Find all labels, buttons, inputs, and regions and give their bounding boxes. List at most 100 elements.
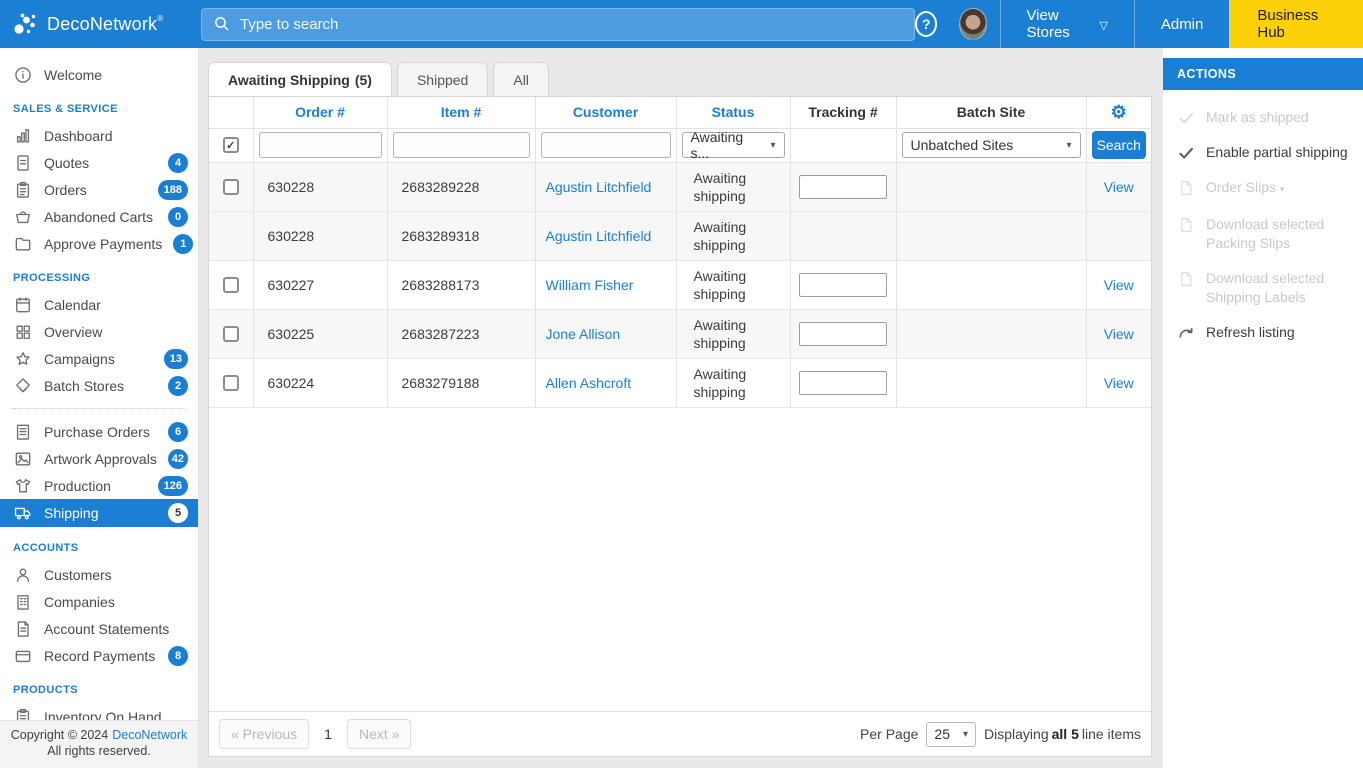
header-item[interactable]: Item # bbox=[387, 97, 535, 128]
shopping-cart-icon bbox=[13, 207, 33, 227]
item-filter-input[interactable] bbox=[393, 132, 530, 158]
approve-payments-count-badge: 1 bbox=[173, 234, 193, 254]
sidebar-item-purchase-orders[interactable]: Purchase Orders 6 bbox=[0, 418, 198, 445]
table-header-row: Order # Item # Customer Status Tracking … bbox=[209, 97, 1151, 128]
status-text: Awaiting shipping bbox=[676, 309, 790, 358]
sidebar-item-dashboard[interactable]: Dashboard bbox=[0, 122, 198, 149]
brand-name: DecoNetwork® bbox=[47, 14, 163, 35]
item-number: 2683289318 bbox=[387, 211, 535, 260]
customer-link[interactable]: Agustin Litchfield bbox=[546, 179, 652, 195]
info-icon bbox=[13, 65, 33, 85]
customer-link[interactable]: Allen Ashcroft bbox=[546, 375, 632, 391]
sidebar-item-campaigns[interactable]: Campaigns 13 bbox=[0, 345, 198, 372]
sidebar-item-artwork-approvals[interactable]: Artwork Approvals 42 bbox=[0, 445, 198, 472]
sidebar-item-customers[interactable]: Customers bbox=[0, 561, 198, 588]
view-link[interactable]: View bbox=[1087, 277, 1152, 293]
filter-row: ✓ Awaiting s... ▾ Unbatched Sites ▾ Sear… bbox=[209, 128, 1151, 162]
section-title-products: PRODUCTS bbox=[0, 669, 198, 703]
next-page-button[interactable]: Next » bbox=[347, 719, 411, 749]
sidebar-item-calendar[interactable]: Calendar bbox=[0, 291, 198, 318]
per-page-select[interactable]: 25 ▾ bbox=[926, 722, 976, 747]
header-status[interactable]: Status bbox=[676, 97, 790, 128]
select-all-checkbox[interactable]: ✓ bbox=[223, 137, 239, 153]
gear-icon[interactable]: ⚙ bbox=[1111, 102, 1127, 122]
image-icon bbox=[13, 449, 33, 469]
tracking-input[interactable] bbox=[799, 322, 887, 346]
file-icon bbox=[1177, 270, 1195, 288]
action-mark-as-shipped: Mark as shipped bbox=[1163, 108, 1363, 127]
header-order[interactable]: Order # bbox=[253, 97, 387, 128]
sidebar-divider bbox=[12, 408, 186, 409]
sidebar-item-companies[interactable]: Companies bbox=[0, 588, 198, 615]
search-button[interactable]: Search bbox=[1092, 131, 1147, 159]
business-hub-tab[interactable]: Business Hub bbox=[1229, 0, 1363, 48]
tab-shipped[interactable]: Shipped bbox=[397, 62, 488, 96]
admin-tab[interactable]: Admin bbox=[1135, 0, 1230, 48]
caret-down-icon: ▾ bbox=[770, 140, 775, 151]
action-download-packing-slips: Download selected Packing Slips bbox=[1163, 215, 1363, 253]
view-link[interactable]: View bbox=[1087, 326, 1152, 342]
order-filter-input[interactable] bbox=[259, 132, 382, 158]
bar-chart-icon bbox=[13, 126, 33, 146]
sidebar-item-record-payments[interactable]: Record Payments 8 bbox=[0, 642, 198, 669]
tracking-input[interactable] bbox=[799, 175, 887, 199]
sidebar-item-orders[interactable]: Orders 188 bbox=[0, 176, 198, 203]
batch-stores-count-badge: 2 bbox=[168, 376, 188, 396]
view-stores-menu[interactable]: View Stores ▽ bbox=[1000, 0, 1134, 48]
sidebar-item-abandoned-carts[interactable]: Abandoned Carts 0 bbox=[0, 203, 198, 230]
sidebar-nav: Welcome SALES & SERVICE Dashboard Quotes… bbox=[0, 48, 199, 768]
check-icon bbox=[1177, 144, 1195, 162]
item-number: 2683289228 bbox=[387, 162, 535, 211]
user-avatar[interactable] bbox=[959, 8, 986, 40]
sidebar-item-account-statements[interactable]: Account Statements bbox=[0, 615, 198, 642]
action-enable-partial-shipping[interactable]: Enable partial shipping bbox=[1163, 143, 1363, 162]
row-checkbox[interactable] bbox=[223, 375, 239, 391]
tracking-input[interactable] bbox=[799, 273, 887, 297]
customer-link[interactable]: Jone Allison bbox=[546, 326, 621, 342]
artwork-approvals-count-badge: 42 bbox=[168, 449, 188, 469]
row-checkbox[interactable] bbox=[223, 326, 239, 342]
sidebar-item-overview[interactable]: Overview bbox=[0, 318, 198, 345]
tab-awaiting-shipping[interactable]: Awaiting Shipping (5) bbox=[208, 62, 392, 96]
view-link[interactable]: View bbox=[1087, 375, 1152, 391]
sidebar-item-production[interactable]: Production 126 bbox=[0, 472, 198, 499]
order-number: 630225 bbox=[253, 309, 387, 358]
truck-icon bbox=[13, 503, 33, 523]
status-text: Awaiting shipping bbox=[676, 260, 790, 309]
order-number: 630224 bbox=[253, 358, 387, 407]
batch-site-filter-select[interactable]: Unbatched Sites ▾ bbox=[902, 132, 1081, 158]
sidebar-item-shipping[interactable]: Shipping 5 bbox=[0, 499, 198, 527]
search-input[interactable] bbox=[240, 16, 903, 33]
brand-logo[interactable]: DecoNetwork® bbox=[0, 11, 199, 37]
status-text: Awaiting shipping bbox=[676, 162, 790, 211]
customer-filter-input[interactable] bbox=[541, 132, 671, 158]
status-filter-select[interactable]: Awaiting s... ▾ bbox=[682, 132, 785, 158]
help-icon[interactable]: ? bbox=[915, 11, 937, 37]
customer-link[interactable]: Agustin Litchfield bbox=[546, 228, 652, 244]
sidebar-item-welcome[interactable]: Welcome bbox=[0, 61, 198, 88]
sidebar-item-batch-stores[interactable]: Batch Stores 2 bbox=[0, 372, 198, 399]
sidebar-item-approve-payments[interactable]: Approve Payments 1 bbox=[0, 230, 198, 257]
view-link[interactable]: View bbox=[1087, 179, 1152, 195]
previous-page-button[interactable]: « Previous bbox=[219, 719, 309, 749]
calendar-icon bbox=[13, 295, 33, 315]
check-icon bbox=[1177, 109, 1195, 127]
star-icon bbox=[13, 349, 33, 369]
sidebar-item-quotes[interactable]: Quotes 4 bbox=[0, 149, 198, 176]
shirt-icon bbox=[13, 476, 33, 496]
shipping-table-panel: Order # Item # Customer Status Tracking … bbox=[208, 96, 1152, 757]
header-customer[interactable]: Customer bbox=[535, 97, 676, 128]
global-search[interactable] bbox=[201, 8, 915, 41]
tracking-input[interactable] bbox=[799, 371, 887, 395]
topbar-right-cluster: ? View Stores ▽ Admin Business Hub bbox=[915, 0, 1363, 48]
campaigns-count-badge: 13 bbox=[164, 349, 188, 369]
row-checkbox[interactable] bbox=[223, 277, 239, 293]
tab-all[interactable]: All bbox=[493, 62, 549, 96]
row-checkbox[interactable] bbox=[223, 179, 239, 195]
order-number: 630227 bbox=[253, 260, 387, 309]
deconetwork-link[interactable]: DecoNetwork bbox=[112, 728, 187, 742]
action-refresh-listing[interactable]: Refresh listing bbox=[1163, 323, 1363, 342]
registered-mark: ® bbox=[157, 14, 163, 23]
section-title-sales-service: SALES & SERVICE bbox=[0, 88, 198, 122]
customer-link[interactable]: William Fisher bbox=[546, 277, 634, 293]
